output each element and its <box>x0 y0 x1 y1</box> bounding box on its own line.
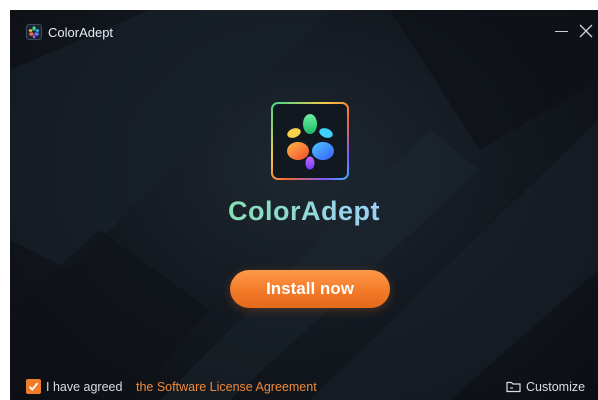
coloradept-logo-icon <box>271 102 349 180</box>
brand-name: ColorAdept <box>10 196 598 227</box>
window-title: ColorAdept <box>48 25 114 40</box>
install-now-button[interactable]: Install now <box>230 270 390 308</box>
customize-label: Customize <box>526 380 586 394</box>
minimize-icon[interactable] <box>551 20 573 42</box>
installer-window: ColorAdept ColorAdept Install now I have… <box>10 10 598 400</box>
folder-icon <box>506 381 521 393</box>
close-icon[interactable] <box>575 20 597 42</box>
agree-checkbox[interactable] <box>26 379 41 394</box>
agree-label: I have agreed <box>46 380 123 394</box>
title-bar[interactable]: ColorAdept <box>10 10 598 54</box>
app-icon <box>26 24 42 40</box>
license-agreement-link[interactable]: the Software License Agreement <box>136 380 317 394</box>
